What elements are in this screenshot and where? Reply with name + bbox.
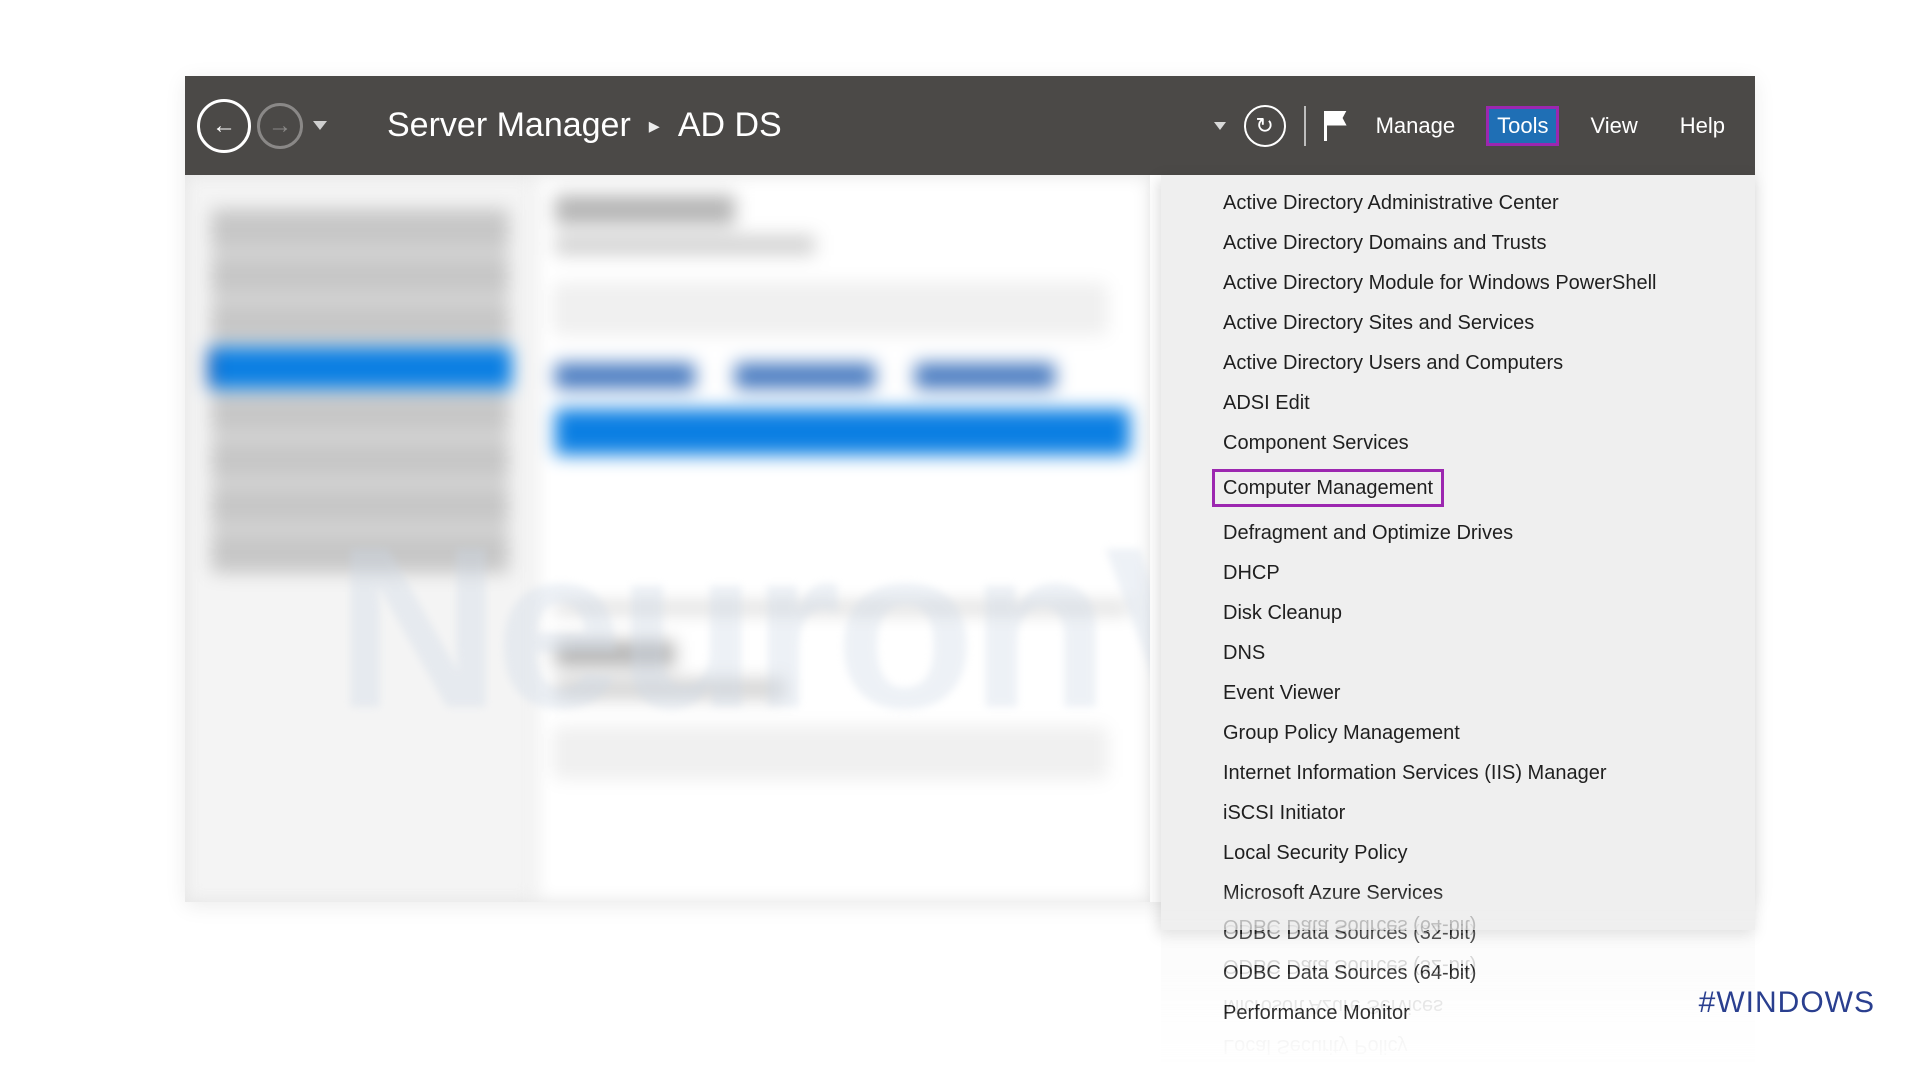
tools-menu-item[interactable]: Component Services bbox=[1161, 423, 1755, 463]
tools-menu-item[interactable]: Active Directory Module for Windows Powe… bbox=[1161, 263, 1755, 303]
refresh-icon: ↻ bbox=[1255, 113, 1273, 139]
titlebar: ← → Server Manager ▸ AD DS ↻ bbox=[185, 76, 1755, 175]
forward-button[interactable]: → bbox=[257, 103, 303, 149]
server-manager-window: ← → Server Manager ▸ AD DS ↻ bbox=[185, 76, 1755, 902]
refresh-button[interactable]: ↻ bbox=[1244, 105, 1286, 147]
nav-history-dropdown-icon[interactable] bbox=[313, 121, 327, 130]
tools-menu-item[interactable]: Local Security Policy bbox=[1161, 833, 1755, 873]
breadcrumb-dropdown-icon[interactable] bbox=[1214, 122, 1226, 130]
tools-menu-item[interactable]: DHCP bbox=[1161, 553, 1755, 593]
tools-menu-item[interactable]: iSCSI Initiator bbox=[1161, 793, 1755, 833]
app-title[interactable]: Server Manager bbox=[387, 106, 631, 145]
tools-menu-item[interactable]: Active Directory Users and Computers bbox=[1161, 343, 1755, 383]
tools-menu-item[interactable]: ADSI Edit bbox=[1161, 383, 1755, 423]
arrow-right-icon: → bbox=[268, 114, 292, 138]
menu-help[interactable]: Help bbox=[1672, 109, 1733, 143]
notifications-flag-icon[interactable] bbox=[1324, 111, 1350, 141]
main-content-obscured: NeuronVM bbox=[185, 175, 1150, 902]
tools-menu-item[interactable]: Event Viewer bbox=[1161, 673, 1755, 713]
tools-menu-item[interactable]: Performance Monitor bbox=[1161, 993, 1755, 1033]
menu-tools[interactable]: Tools bbox=[1489, 109, 1556, 143]
back-button[interactable]: ← bbox=[197, 99, 251, 153]
content-pane-obscured bbox=[535, 175, 1150, 902]
tools-menu-item-highlighted[interactable]: Computer Management bbox=[1161, 463, 1755, 513]
arrow-left-icon: ← bbox=[212, 114, 236, 138]
tools-menu-item[interactable]: Active Directory Domains and Trusts bbox=[1161, 223, 1755, 263]
tools-menu-item[interactable]: Group Policy Management bbox=[1161, 713, 1755, 753]
separator bbox=[1304, 106, 1306, 146]
highlight-label: Computer Management bbox=[1223, 477, 1433, 499]
breadcrumb-separator-icon: ▸ bbox=[649, 113, 660, 139]
sidebar-obscured bbox=[185, 175, 535, 902]
dropdown-fade bbox=[1161, 890, 1755, 930]
tools-menu-item[interactable]: DNS bbox=[1161, 633, 1755, 673]
tools-dropdown: Active Directory Administrative Center A… bbox=[1161, 175, 1755, 930]
tools-menu-item[interactable]: Disk Cleanup bbox=[1161, 593, 1755, 633]
tools-menu-item[interactable]: Active Directory Administrative Center bbox=[1161, 183, 1755, 223]
titlebar-right-cluster: ↻ Manage Tools View Help bbox=[1214, 105, 1755, 147]
tools-menu-item[interactable]: ODBC Data Sources (64-bit) bbox=[1161, 953, 1755, 993]
nav-cluster: ← → bbox=[197, 99, 327, 153]
tools-menu-item[interactable]: Active Directory Sites and Services bbox=[1161, 303, 1755, 343]
menu-view[interactable]: View bbox=[1582, 109, 1645, 143]
breadcrumb: Server Manager ▸ AD DS bbox=[387, 106, 782, 145]
menubar: Manage Tools View Help bbox=[1368, 109, 1733, 143]
breadcrumb-section[interactable]: AD DS bbox=[678, 106, 782, 145]
hashtag-label: #WINDOWS bbox=[1699, 986, 1875, 1020]
tools-menu-item[interactable]: Internet Information Services (IIS) Mana… bbox=[1161, 753, 1755, 793]
tools-menu-item[interactable]: Defragment and Optimize Drives bbox=[1161, 513, 1755, 553]
highlight-box: Computer Management bbox=[1212, 469, 1444, 507]
menu-manage[interactable]: Manage bbox=[1368, 109, 1464, 143]
